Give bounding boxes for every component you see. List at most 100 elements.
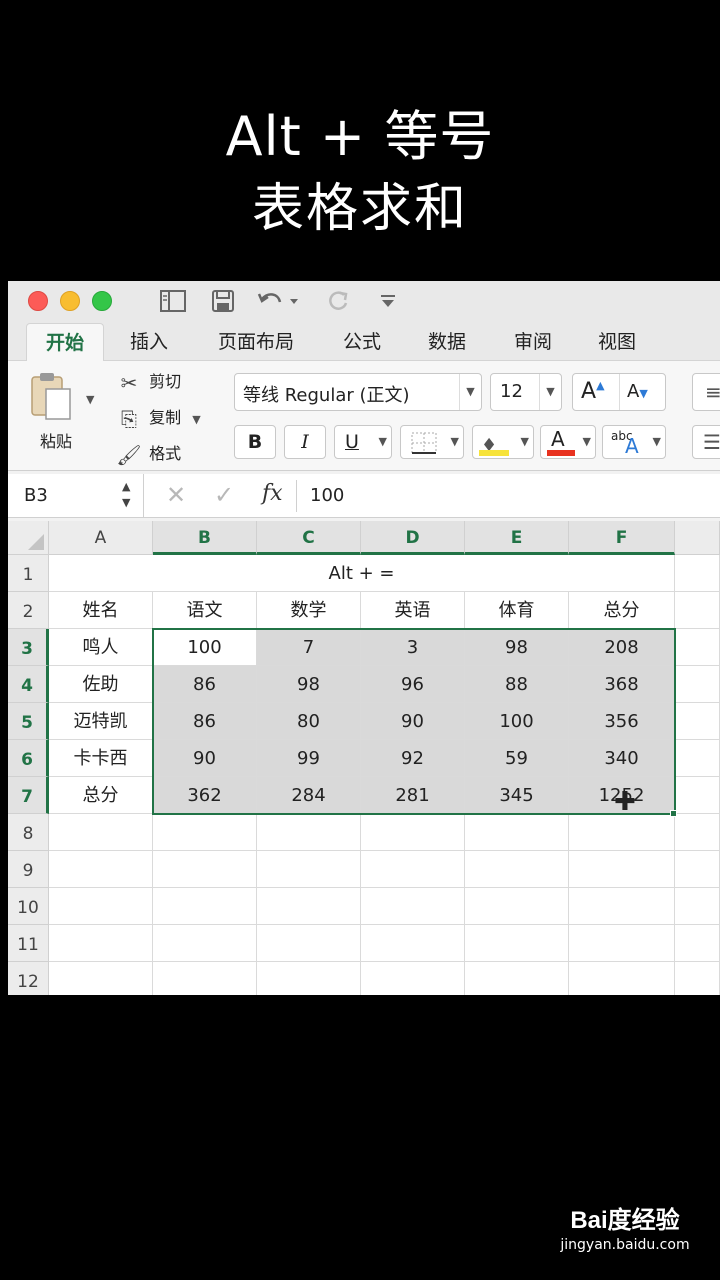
cancel-entry-icon[interactable]: ✕ bbox=[166, 481, 186, 509]
data-cell[interactable]: 96 bbox=[361, 666, 465, 703]
data-cell[interactable]: 368 bbox=[569, 666, 675, 703]
paste-icon[interactable] bbox=[30, 371, 71, 420]
data-cell[interactable]: 281 bbox=[361, 777, 465, 814]
header-cell[interactable]: 数学 bbox=[257, 592, 361, 629]
tab-insert[interactable]: 插入 bbox=[114, 323, 184, 361]
cut-button[interactable]: ✂ 剪切 bbox=[114, 367, 182, 397]
tab-page-layout[interactable]: 页面布局 bbox=[204, 323, 308, 361]
grid-cell[interactable] bbox=[675, 629, 720, 666]
row-header-2[interactable]: 2 bbox=[8, 592, 49, 629]
header-cell[interactable]: 总分 bbox=[569, 592, 675, 629]
name-box-stepper-icon[interactable]: ▲ ▼ bbox=[122, 479, 130, 511]
redo-icon[interactable] bbox=[324, 289, 354, 315]
name-box[interactable]: B3 ▲ ▼ bbox=[8, 474, 144, 518]
grid-cell[interactable] bbox=[569, 888, 675, 925]
column-header-b[interactable]: B bbox=[153, 521, 257, 555]
data-cell[interactable]: 3 bbox=[361, 629, 465, 666]
grid-cell[interactable] bbox=[465, 851, 569, 888]
grid-cell[interactable] bbox=[153, 814, 257, 851]
grid-cell[interactable] bbox=[257, 851, 361, 888]
font-name-dropdown-icon[interactable]: ▼ bbox=[459, 374, 481, 410]
grid-cell[interactable] bbox=[675, 814, 720, 851]
row-header-4[interactable]: 4 bbox=[8, 666, 49, 703]
grid-cell[interactable] bbox=[361, 888, 465, 925]
column-header-d[interactable]: D bbox=[361, 521, 465, 555]
shrink-font-button[interactable]: A▼ bbox=[627, 381, 648, 402]
customize-toolbar-icon[interactable] bbox=[376, 289, 400, 315]
grid-cell[interactable] bbox=[153, 851, 257, 888]
grid-cell[interactable] bbox=[675, 666, 720, 703]
grid-cell[interactable] bbox=[569, 925, 675, 962]
row-header-12[interactable]: 12 bbox=[8, 962, 49, 995]
confirm-entry-icon[interactable]: ✓ bbox=[214, 481, 234, 509]
data-cell[interactable]: 284 bbox=[257, 777, 361, 814]
copy-dropdown-icon[interactable]: ▼ bbox=[192, 413, 200, 426]
data-cell[interactable]: 80 bbox=[257, 703, 361, 740]
grid-cell[interactable] bbox=[675, 555, 720, 592]
borders-dropdown-icon[interactable]: ▼ bbox=[451, 426, 459, 458]
column-header-e[interactable]: E bbox=[465, 521, 569, 555]
tab-review[interactable]: 审阅 bbox=[498, 323, 568, 361]
data-cell[interactable]: 340 bbox=[569, 740, 675, 777]
copy-button[interactable]: ⎘ 复制 ▼ bbox=[114, 403, 201, 433]
grow-font-button[interactable]: A▲ bbox=[581, 379, 605, 404]
fill-color-dropdown-icon[interactable]: ▼ bbox=[521, 426, 529, 458]
data-cell[interactable]: 98 bbox=[257, 666, 361, 703]
italic-button[interactable]: I bbox=[284, 425, 326, 459]
grid-cell[interactable] bbox=[569, 814, 675, 851]
worksheet-grid[interactable]: A B C D E F 1 2 3 4 5 6 7 8 9 10 11 12 A… bbox=[8, 521, 720, 995]
data-cell[interactable]: 总分 bbox=[49, 777, 153, 814]
close-window-button[interactable] bbox=[28, 291, 48, 311]
row-header-6[interactable]: 6 bbox=[8, 740, 49, 777]
grid-cell[interactable] bbox=[153, 925, 257, 962]
grid-cell[interactable] bbox=[49, 925, 153, 962]
formula-input[interactable]: 100 bbox=[310, 485, 344, 506]
data-cell[interactable]: 86 bbox=[153, 703, 257, 740]
column-header-f[interactable]: F bbox=[569, 521, 675, 555]
format-painter-button[interactable]: 🖌 格式 bbox=[114, 439, 181, 469]
tab-formulas[interactable]: 公式 bbox=[328, 323, 396, 361]
header-cell[interactable]: 姓名 bbox=[49, 592, 153, 629]
grid-cell[interactable] bbox=[49, 962, 153, 995]
header-cell[interactable]: 语文 bbox=[153, 592, 257, 629]
data-cell[interactable]: 卡卡西 bbox=[49, 740, 153, 777]
data-cell[interactable]: 90 bbox=[153, 740, 257, 777]
data-cell[interactable]: 鸣人 bbox=[49, 629, 153, 666]
grid-cell[interactable] bbox=[153, 888, 257, 925]
bold-button[interactable]: B bbox=[234, 425, 276, 459]
data-cell[interactable]: 90 bbox=[361, 703, 465, 740]
font-size-dropdown-icon[interactable]: ▼ bbox=[539, 374, 561, 410]
fill-handle[interactable] bbox=[670, 810, 677, 817]
grid-cell[interactable] bbox=[49, 888, 153, 925]
grid-cell[interactable] bbox=[675, 740, 720, 777]
select-all-button[interactable] bbox=[8, 521, 49, 555]
row-header-9[interactable]: 9 bbox=[8, 851, 49, 888]
insert-function-button[interactable]: fx bbox=[262, 481, 283, 506]
grid-cell[interactable] bbox=[675, 888, 720, 925]
grid-cell[interactable] bbox=[361, 925, 465, 962]
grid-cell[interactable] bbox=[465, 814, 569, 851]
tab-data[interactable]: 数据 bbox=[412, 323, 482, 361]
grid-cell[interactable] bbox=[361, 814, 465, 851]
data-cell[interactable]: 86 bbox=[153, 666, 257, 703]
underline-dropdown-icon[interactable]: ▼ bbox=[379, 426, 387, 458]
phonetic-dropdown-icon[interactable]: ▼ bbox=[653, 426, 661, 458]
data-cell[interactable]: 345 bbox=[465, 777, 569, 814]
borders-button[interactable]: ▼ bbox=[400, 425, 464, 459]
grid-cell[interactable] bbox=[361, 851, 465, 888]
align-top-button[interactable]: ≡ bbox=[692, 373, 720, 411]
column-header-c[interactable]: C bbox=[257, 521, 361, 555]
column-header-next[interactable] bbox=[675, 521, 720, 555]
zoom-window-button[interactable] bbox=[92, 291, 112, 311]
font-size-select[interactable]: 12 ▼ bbox=[490, 373, 562, 411]
phonetic-guide-button[interactable]: abc A ▼ bbox=[602, 425, 666, 459]
grid-cell[interactable] bbox=[153, 962, 257, 995]
data-cell[interactable]: 99 bbox=[257, 740, 361, 777]
font-color-dropdown-icon[interactable]: ▼ bbox=[583, 426, 591, 458]
row-header-8[interactable]: 8 bbox=[8, 814, 49, 851]
grid-cell[interactable] bbox=[675, 592, 720, 629]
row-header-1[interactable]: 1 bbox=[8, 555, 49, 592]
header-cell[interactable]: 英语 bbox=[361, 592, 465, 629]
data-cell[interactable]: 100 bbox=[465, 703, 569, 740]
row-header-7[interactable]: 7 bbox=[8, 777, 49, 814]
